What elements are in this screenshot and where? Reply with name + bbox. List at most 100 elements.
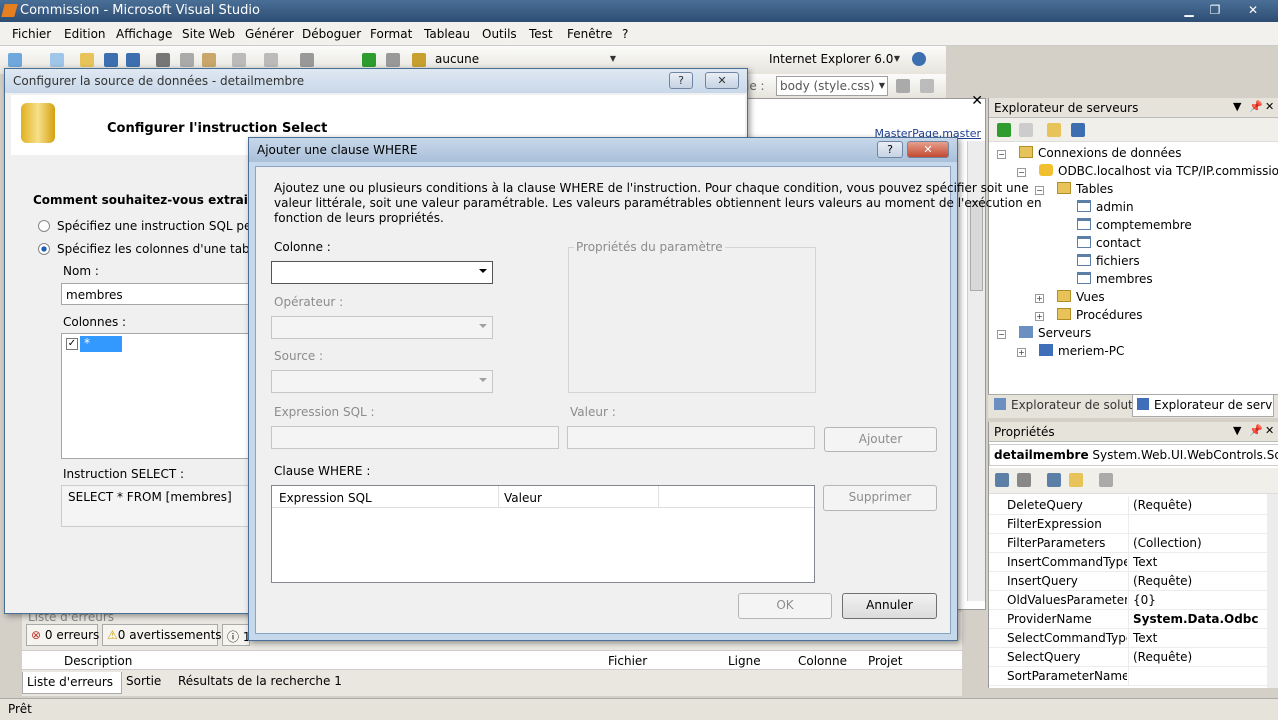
panel-menu-icon[interactable]: ▼ bbox=[1233, 424, 1241, 437]
new-style-icon[interactable] bbox=[896, 79, 910, 93]
scroll-thumb[interactable] bbox=[970, 201, 983, 291]
pin-icon[interactable]: 📌 bbox=[1249, 100, 1263, 113]
start-debug-icon[interactable] bbox=[362, 53, 376, 67]
close-window-button[interactable]: ✕ bbox=[1240, 1, 1266, 19]
copy-icon[interactable] bbox=[180, 53, 194, 67]
menu-affichage[interactable]: Affichage bbox=[116, 27, 172, 41]
close-dialog-button[interactable]: ✕ bbox=[705, 72, 739, 89]
collapse-toggle[interactable]: − bbox=[1017, 168, 1026, 177]
navigate-icon[interactable] bbox=[300, 53, 314, 67]
menu-format[interactable]: Format bbox=[370, 27, 412, 41]
events-icon[interactable] bbox=[1069, 473, 1083, 487]
expand-toggle[interactable]: + bbox=[1035, 312, 1044, 321]
solution-config-combo[interactable]: aucune ▼ bbox=[432, 50, 618, 70]
collapse-toggle[interactable]: − bbox=[1035, 186, 1044, 195]
menu-site-web[interactable]: Site Web bbox=[182, 27, 235, 41]
close-panel-icon[interactable]: ✕ bbox=[1265, 100, 1274, 113]
help-button[interactable]: ? bbox=[669, 72, 693, 89]
redo-icon[interactable] bbox=[264, 53, 278, 67]
property-row[interactable]: FilterExpression bbox=[989, 515, 1267, 534]
delete-button[interactable]: Supprimer bbox=[823, 485, 937, 511]
menu-generer[interactable]: Générer bbox=[245, 27, 294, 41]
undo-icon[interactable] bbox=[232, 53, 246, 67]
tree-server-pc[interactable]: meriem-PC bbox=[1039, 344, 1124, 358]
add-item-icon[interactable] bbox=[50, 53, 64, 67]
properties-scrollbar[interactable] bbox=[1267, 494, 1278, 688]
categorized-icon[interactable] bbox=[995, 473, 1009, 487]
property-row[interactable]: SortParameterName bbox=[989, 667, 1267, 686]
table-name-combo[interactable]: membres bbox=[61, 283, 251, 305]
alphabetical-icon[interactable] bbox=[1017, 473, 1031, 487]
tree-table-item[interactable]: membres bbox=[1077, 272, 1153, 286]
property-row[interactable]: InsertQuery (Requête) bbox=[989, 572, 1267, 591]
help-button[interactable]: ? bbox=[877, 141, 903, 158]
menu-outils[interactable]: Outils bbox=[482, 27, 517, 41]
tree-views[interactable]: Vues bbox=[1057, 290, 1105, 304]
tab-output[interactable]: Sortie bbox=[122, 672, 174, 692]
ok-button[interactable]: OK bbox=[738, 593, 832, 619]
tree-tables[interactable]: Tables bbox=[1057, 182, 1113, 196]
save-all-icon[interactable] bbox=[126, 53, 140, 67]
radio-columns[interactable] bbox=[38, 243, 50, 255]
tab-server-explorer[interactable]: Explorateur de serve... bbox=[1132, 395, 1274, 417]
collapse-toggle[interactable]: − bbox=[997, 330, 1006, 339]
menu-deboguer[interactable]: Déboguer bbox=[302, 27, 361, 41]
properties-icon[interactable] bbox=[1047, 473, 1061, 487]
source-dropdown[interactable] bbox=[271, 370, 493, 393]
new-project-icon[interactable] bbox=[8, 53, 22, 67]
tree-procedures[interactable]: Procédures bbox=[1057, 308, 1143, 322]
close-panel-icon[interactable]: ✕ bbox=[1265, 424, 1274, 437]
cancel-button[interactable]: Annuler bbox=[842, 593, 937, 619]
minimize-button[interactable]: ▁ bbox=[1176, 1, 1202, 19]
maximize-button[interactable]: ❐ bbox=[1202, 1, 1228, 19]
menu-help[interactable]: ? bbox=[622, 27, 628, 41]
tree-table-item[interactable]: admin bbox=[1077, 200, 1134, 214]
expand-toggle[interactable]: + bbox=[1017, 348, 1026, 357]
property-row[interactable]: OldValuesParameterFo{0} bbox=[989, 591, 1267, 610]
browser-target-combo[interactable]: Internet Explorer 6.0 ▼ bbox=[766, 50, 902, 70]
property-row[interactable]: SelectCommandType Text bbox=[989, 629, 1267, 648]
tree-table-item[interactable]: comptemembre bbox=[1077, 218, 1192, 232]
collapse-toggle[interactable]: − bbox=[997, 150, 1006, 159]
attach-style-icon[interactable] bbox=[920, 79, 934, 93]
close-dialog-button[interactable]: ✕ bbox=[907, 141, 949, 158]
validation-icon[interactable] bbox=[912, 52, 926, 66]
operator-dropdown[interactable] bbox=[271, 316, 493, 339]
column-header-sql-expression[interactable]: Expression SQL bbox=[279, 491, 372, 505]
menu-test[interactable]: Test bbox=[529, 27, 553, 41]
refresh-icon[interactable] bbox=[997, 123, 1011, 137]
value-field[interactable] bbox=[567, 426, 815, 449]
properties-object-selector[interactable]: detailmembre System.Web.UI.WebControls.S… bbox=[989, 444, 1278, 466]
connect-database-icon[interactable] bbox=[1047, 123, 1061, 137]
add-button[interactable]: Ajouter bbox=[824, 427, 937, 452]
columns-list[interactable]: ✓ * bbox=[61, 333, 251, 459]
property-row[interactable]: FilterParameters (Collection) bbox=[989, 534, 1267, 553]
menu-fichier[interactable]: Fichier bbox=[12, 27, 51, 41]
checkbox-checked-icon[interactable]: ✓ bbox=[66, 338, 78, 350]
tree-servers[interactable]: Serveurs bbox=[1019, 326, 1091, 340]
property-row[interactable]: InsertCommandType Text bbox=[989, 553, 1267, 572]
tree-data-connections[interactable]: Connexions de données bbox=[1019, 146, 1182, 160]
panel-menu-icon[interactable]: ▼ bbox=[1233, 100, 1241, 113]
expand-toggle[interactable]: + bbox=[1035, 294, 1044, 303]
messages-filter-button[interactable]: ⓘ 1 bbox=[222, 624, 250, 646]
editor-scrollbar[interactable] bbox=[967, 141, 985, 601]
menu-fenetre[interactable]: Fenêtre bbox=[567, 27, 612, 41]
radio-sql[interactable] bbox=[38, 220, 50, 232]
column-header-value[interactable]: Valeur bbox=[504, 491, 542, 505]
property-row[interactable]: DeleteQuery (Requête) bbox=[989, 496, 1267, 515]
column-item-star[interactable]: * bbox=[80, 336, 122, 352]
property-pages-icon[interactable] bbox=[1099, 473, 1113, 487]
radio-columns-label[interactable]: Spécifiez les colonnes d'une table ou bbox=[57, 242, 279, 256]
tab-find-results[interactable]: Résultats de la recherche 1 bbox=[174, 672, 342, 692]
tree-table-item[interactable]: fichiers bbox=[1077, 254, 1140, 268]
errors-filter-button[interactable]: ⊗ 0 erreurs bbox=[26, 624, 99, 646]
close-document-icon[interactable]: ✕ bbox=[971, 93, 983, 109]
paste-icon[interactable] bbox=[202, 53, 216, 67]
radio-sql-label[interactable]: Spécifiez une instruction SQL person bbox=[57, 219, 278, 233]
tree-odbc-connection[interactable]: ODBC.localhost via TCP/IP.commission bbox=[1039, 164, 1278, 178]
stop-icon[interactable] bbox=[1019, 123, 1033, 137]
tab-solution-explorer[interactable]: Explorateur de soluti... bbox=[990, 396, 1132, 416]
property-row[interactable]: ProviderName System.Data.Odbc bbox=[989, 610, 1267, 629]
attach-icon[interactable] bbox=[386, 53, 400, 67]
